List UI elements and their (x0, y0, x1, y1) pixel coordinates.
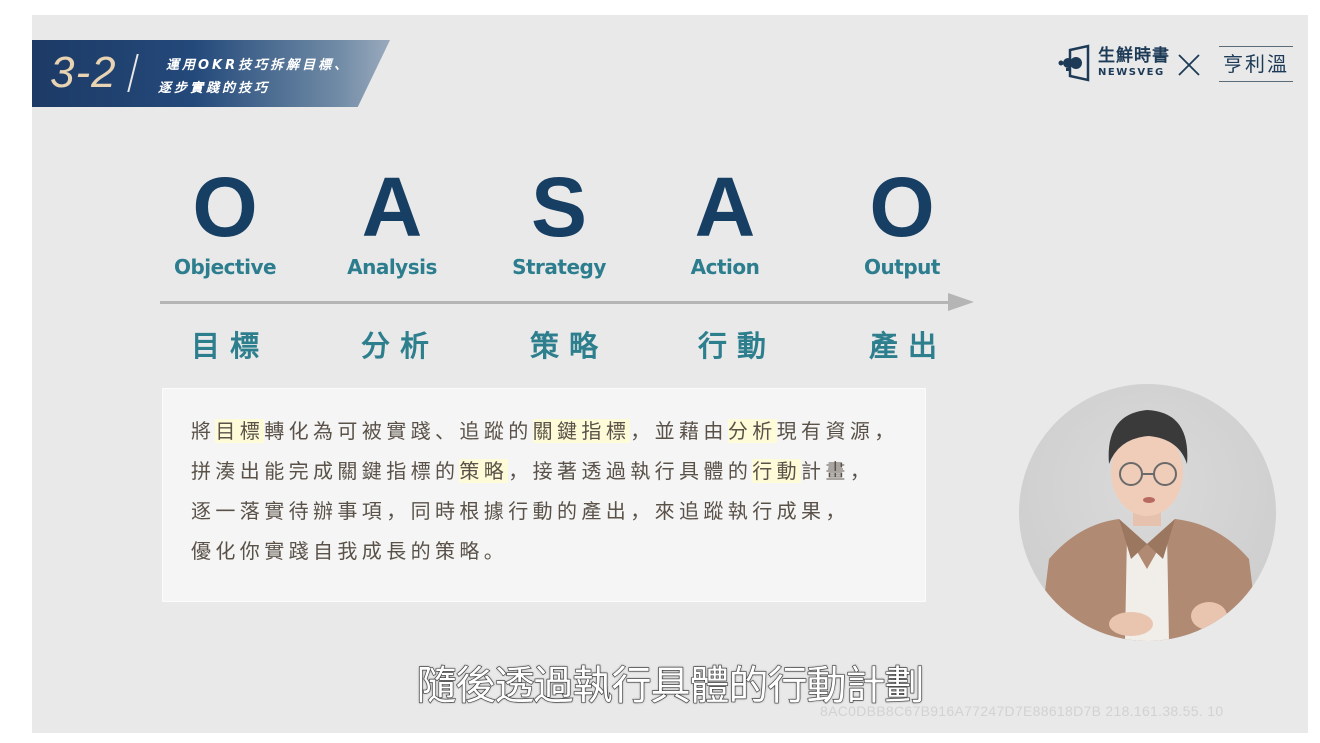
slide: 3-2 運用OKR技巧拆解目標、 逐步實踐的技巧 生鮮時書 NEWSVEG 亨利… (32, 15, 1308, 733)
step-letter: S (530, 160, 588, 254)
highlighted-keyword: 行動 (752, 459, 802, 483)
step-letter: A (694, 160, 756, 254)
step-chinese-analysis: 分析 (360, 329, 439, 363)
section-number: 3-2 (50, 48, 117, 97)
description-text: 現有資源， (776, 419, 899, 443)
highlighted-keyword: 目標 (215, 419, 265, 443)
step-action: A Action (655, 165, 795, 279)
step-analysis: A Analysis (322, 165, 462, 279)
step-english: Output (864, 255, 940, 279)
step-chinese-objective: 目標 (190, 329, 269, 363)
brand-logo: 生鮮時書 NEWSVEG (1058, 43, 1170, 83)
section-title-line2: 逐步實踐的技巧 (158, 81, 271, 96)
highlighted-keyword: 分析 (727, 419, 777, 443)
partner-name: 亨利溫 (1219, 46, 1293, 82)
times-icon (1178, 54, 1200, 76)
step-letter: A (361, 160, 423, 254)
description-text: 將 (191, 419, 216, 443)
description-text: 拼湊出能完成關鍵指標的 (191, 459, 460, 483)
description-line: 逐一落實待辦事項，同時根據行動的產出，來追蹤執行成果， (191, 491, 925, 531)
step-chinese-strategy: 策略 (529, 329, 608, 363)
description-text: 計畫， (801, 459, 875, 483)
description-text: ，接著透過執行具體的 (508, 459, 753, 483)
description-text: 轉化為可被實踐、追蹤的 (264, 419, 533, 443)
highlighted-keyword: 策略 (459, 459, 509, 483)
step-chinese-action: 行動 (697, 329, 776, 363)
step-english: Analysis (347, 255, 437, 279)
step-english: Strategy (512, 255, 606, 279)
description-text: 優化你實踐自我成長的策略。 (191, 539, 509, 563)
step-objective: O Objective (155, 165, 295, 279)
description-line: 將目標轉化為可被實踐、追蹤的關鍵指標，並藉由分析現有資源， (191, 411, 925, 451)
step-chinese-output: 產出 (868, 329, 947, 363)
step-english: Action (690, 255, 760, 279)
description-line: 拼湊出能完成關鍵指標的策略，接著透過執行具體的行動計畫， (191, 451, 925, 491)
description-text: ，並藉由 (630, 419, 728, 443)
section-title-line1: 運用OKR技巧拆解目標、 (166, 58, 351, 73)
brand-name-cn: 生鮮時書 (1098, 46, 1170, 66)
step-english: Objective (173, 255, 277, 279)
section-banner: 3-2 運用OKR技巧拆解目標、 逐步實踐的技巧 (32, 40, 390, 107)
watermark: 8AC0DBB8C67B916A77247D7E88618D7B 218.161… (820, 703, 1224, 719)
step-letter: O (192, 160, 258, 254)
megaphone-book-icon (1058, 44, 1090, 82)
timeline-arrow-line (160, 301, 950, 304)
slash-divider (127, 54, 139, 92)
description-text: 逐一落實待辦事項，同時根據行動的產出，來追蹤執行成果， (191, 499, 850, 523)
description-line: 優化你實踐自我成長的策略。 (191, 531, 925, 571)
highlighted-keyword: 關鍵指標 (532, 419, 631, 443)
brand-name-en: NEWSVEG (1098, 67, 1165, 78)
description-box: 將目標轉化為可被實踐、追蹤的關鍵指標，並藉由分析現有資源， 拼湊出能完成關鍵指標… (162, 388, 926, 602)
step-output: O Output (832, 165, 972, 279)
step-strategy: S Strategy (489, 165, 629, 279)
step-letter: O (869, 160, 935, 254)
presenter-avatar (1039, 410, 1259, 641)
right-arrow-icon (948, 293, 974, 311)
presenter-video (1019, 384, 1276, 641)
